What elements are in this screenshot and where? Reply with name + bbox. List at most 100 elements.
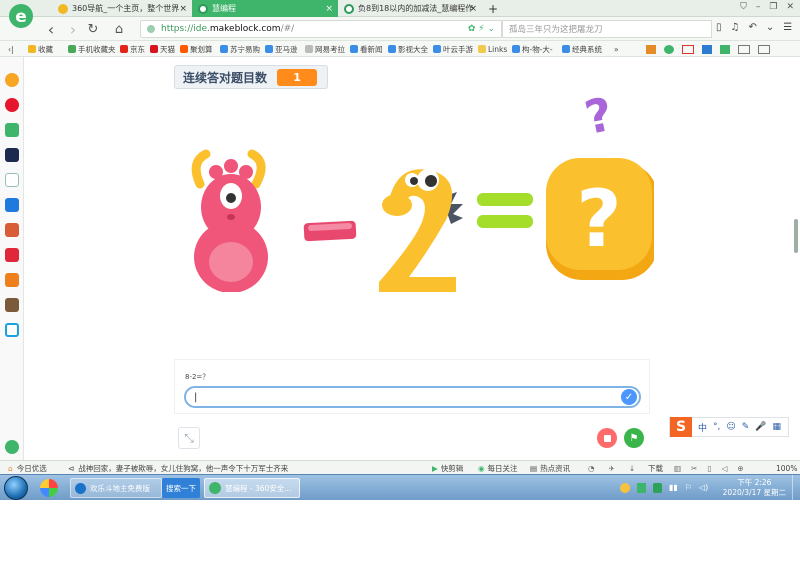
extension-icon[interactable]: [664, 44, 674, 54]
mail-icon[interactable]: [5, 123, 19, 137]
bookmark-favorites[interactable]: 收藏: [28, 41, 53, 57]
news-icon[interactable]: [5, 148, 19, 162]
book-icon[interactable]: ▥: [674, 464, 681, 473]
home-button[interactable]: ⌂: [110, 20, 128, 38]
extension-icon[interactable]: [702, 44, 712, 54]
extension-icon[interactable]: [738, 44, 750, 54]
submit-answer-button[interactable]: ✓: [621, 389, 637, 405]
status-item[interactable]: ▶ 快剪辑: [432, 461, 463, 475]
fullscreen-button[interactable]: ⤡: [178, 427, 200, 449]
answer-question-block[interactable]: ?: [546, 158, 654, 280]
zoom-icon[interactable]: ⊕: [737, 464, 743, 473]
reload-button[interactable]: ↻: [84, 20, 102, 38]
url-field[interactable]: https://ide. makeblock.com/#/ ✿ ⚡ ⌄: [140, 20, 502, 38]
page-scrollbar[interactable]: [794, 219, 798, 253]
tab-close-icon[interactable]: ×: [325, 4, 333, 14]
chevron-down-icon[interactable]: ⌄: [766, 22, 774, 33]
show-desktop-button[interactable]: [792, 475, 800, 501]
minimize-icon[interactable]: –: [756, 2, 761, 15]
answer-input[interactable]: | ✓: [184, 386, 641, 408]
ime-tray-icon[interactable]: [620, 483, 630, 493]
taskbar-app-search[interactable]: 搜索一下: [162, 478, 200, 498]
sogou-logo-icon[interactable]: S: [670, 417, 692, 437]
search-input[interactable]: 孤岛三年只为这把屠龙刀: [502, 20, 712, 38]
ime-grid-icon[interactable]: ▦: [773, 422, 782, 432]
bookmark-folder[interactable]: Links: [478, 41, 507, 57]
tab-makeblock[interactable]: 慧编程 ×: [192, 0, 338, 17]
zoom-level[interactable]: 100%: [776, 461, 797, 475]
screenshot-icon[interactable]: ✂: [691, 464, 697, 473]
app-icon[interactable]: [5, 198, 19, 212]
menu-icon[interactable]: ☰: [783, 22, 792, 33]
extension-icon[interactable]: [720, 44, 730, 54]
ime-emoji-icon[interactable]: ☺: [726, 422, 735, 432]
restore-icon[interactable]: ❐: [769, 2, 777, 15]
game-icon[interactable]: [5, 223, 19, 237]
bookmark-item[interactable]: 京东: [120, 41, 145, 57]
bookmark-item[interactable]: 天猫: [150, 41, 175, 57]
bookmark-item[interactable]: 聚划算: [180, 41, 213, 57]
pink-eight-sprite[interactable]: [191, 149, 268, 292]
bookmark-item[interactable]: 亚马逊: [265, 41, 298, 57]
tab-project[interactable]: 负8到18以内的加减法_慧编程作 ×: [338, 0, 482, 17]
ime-pen-icon[interactable]: ✎: [742, 422, 750, 432]
taskbar-clock[interactable]: 下午 2:26 2020/3/17 星期二: [723, 478, 786, 498]
more-bookmarks-icon[interactable]: »: [614, 41, 619, 57]
security-icon[interactable]: [653, 483, 662, 493]
network-icon[interactable]: ▮▮: [669, 483, 678, 493]
tab-close-icon[interactable]: ×: [179, 4, 187, 14]
sidebar-toggle-icon[interactable]: ‹|: [8, 41, 14, 57]
news-ticker[interactable]: ⊲ 战神回家，妻子被欺辱，女儿住狗窝，他一声令下十万军士齐来: [68, 461, 308, 475]
ime-punct-icon[interactable]: °,: [713, 422, 720, 432]
status-item[interactable]: ◉ 每日关注: [478, 461, 518, 475]
yellow-two-sprite[interactable]: [379, 169, 463, 292]
taskbar-pinned-app[interactable]: [40, 478, 64, 498]
stop-button[interactable]: [597, 428, 617, 448]
sound-icon[interactable]: ◁: [722, 464, 728, 473]
tab-360-nav[interactable]: 360导航_一个主页，整个世界 ×: [52, 0, 192, 17]
bookmark-item[interactable]: 手机收藏夹: [68, 41, 116, 57]
extension-icon[interactable]: [682, 44, 694, 54]
notes-icon[interactable]: [5, 173, 19, 187]
volume-icon[interactable]: ◁): [699, 483, 708, 493]
clipboard-icon[interactable]: ▯: [707, 464, 711, 473]
today-picks[interactable]: ⌂ 今日优选: [8, 461, 47, 475]
green-flag-button[interactable]: ⚑: [624, 428, 644, 448]
tab-close-icon[interactable]: ×: [469, 4, 477, 14]
action-center-icon[interactable]: ⚐: [685, 483, 692, 493]
status-item[interactable]: ▤ 热点资讯: [530, 461, 570, 475]
bookmark-item[interactable]: 苏宁易购: [220, 41, 260, 57]
bookmark-item[interactable]: 经典系统: [562, 41, 602, 57]
shield-icon[interactable]: [637, 483, 646, 493]
plane-icon[interactable]: ✈: [609, 464, 615, 473]
new-tab-button[interactable]: +: [484, 0, 502, 17]
undo-icon[interactable]: ↶: [748, 22, 756, 33]
back-button[interactable]: ‹: [42, 20, 60, 39]
extension-icon[interactable]: [646, 44, 656, 54]
ime-mode-icon[interactable]: 中: [698, 421, 707, 434]
bookmark-item[interactable]: 看新闻: [350, 41, 383, 57]
close-window-icon[interactable]: ✕: [786, 2, 794, 15]
save-page-icon[interactable]: ▯: [716, 22, 722, 33]
start-button[interactable]: [4, 476, 28, 500]
taskbar-app-doudizhu[interactable]: 欢乐斗地主免费版: [70, 478, 162, 498]
ime-mic-icon[interactable]: 🎤: [755, 422, 766, 432]
bookmark-item[interactable]: 构-物-大-: [512, 41, 553, 57]
weibo-icon[interactable]: [5, 98, 19, 112]
taskbar-app-360-browser[interactable]: 慧编程 - 360安全...: [204, 478, 300, 498]
bookmark-item[interactable]: 叶云手游: [433, 41, 473, 57]
share-icon[interactable]: ♫: [731, 22, 740, 33]
game-icon[interactable]: [5, 248, 19, 262]
add-icon[interactable]: [5, 440, 19, 454]
bookmark-item[interactable]: 影视大全: [388, 41, 428, 57]
browser-logo[interactable]: e: [8, 2, 34, 32]
extension-icon[interactable]: [758, 44, 770, 54]
star-icon[interactable]: [5, 73, 19, 87]
speed-icon[interactable]: ◔: [588, 464, 595, 473]
forward-button[interactable]: ›: [64, 20, 82, 39]
download-icon[interactable]: ↓: [629, 464, 635, 473]
p-icon[interactable]: [5, 323, 19, 337]
bookmark-item[interactable]: 网易考拉: [305, 41, 345, 57]
game-icon[interactable]: [5, 273, 19, 287]
game-icon[interactable]: [5, 298, 19, 312]
